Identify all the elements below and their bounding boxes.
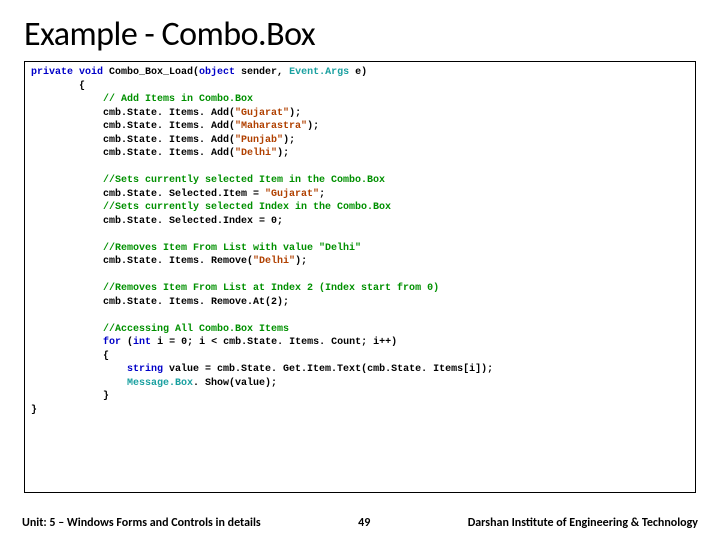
comment: //Sets currently selected Index in the C… [31, 202, 391, 213]
code-block: private void Combo_Box_Load(object sende… [24, 61, 696, 493]
slide-footer: Unit: 5 – Windows Forms and Controls in … [0, 516, 720, 530]
code-text: sender, [235, 67, 289, 78]
comment: //Accessing All Combo.Box Items [31, 324, 289, 335]
code-text: cmb.State. Items. Remove.At(2); [31, 297, 289, 308]
class-name: Message.Box [127, 378, 193, 389]
slide: Example - Combo.Box private void Combo_B… [0, 0, 720, 540]
code-text: ; [319, 189, 331, 200]
slide-title: Example - Combo.Box [24, 14, 696, 55]
string: "Gujarat" [265, 189, 319, 200]
code-text: value = cmb.State. Get.Item.Text(cmb.Sta… [163, 364, 493, 375]
keyword: object [199, 67, 235, 78]
footer-page: 49 [358, 516, 370, 530]
code-text: e) [349, 67, 367, 78]
code-text: cmb.State. Items. Add( [31, 121, 235, 132]
code-text: cmb.State. Items. Add( [31, 108, 235, 119]
code-text: ); [283, 135, 295, 146]
code-text: cmb.State. Items. Add( [31, 148, 235, 159]
string: "Maharastra" [235, 121, 307, 132]
code-text: cmb.State. Selected.Item = [31, 189, 265, 200]
code-text: ( [121, 337, 133, 348]
footer-unit: Unit: 5 – Windows Forms and Controls in … [22, 516, 261, 530]
string: "Delhi" [235, 148, 277, 159]
code-text: ); [307, 121, 319, 132]
code-text: { [31, 351, 109, 362]
code-text [31, 378, 127, 389]
keyword: for [103, 337, 121, 348]
footer-institute: Darshan Institute of Engineering & Techn… [468, 516, 698, 530]
comment: //Removes Item From List with value "Del… [31, 243, 361, 254]
comment: //Removes Item From List at Index 2 (Ind… [31, 283, 439, 294]
code-text: cmb.State. Items. Add( [31, 135, 235, 146]
code-text: . Show(value); [193, 378, 277, 389]
code-text: ); [289, 108, 301, 119]
string: "Delhi" [253, 256, 295, 267]
keyword: int [133, 337, 151, 348]
string: "Punjab" [235, 135, 283, 146]
code-text: cmb.State. Items. Remove( [31, 256, 253, 267]
keyword: string [127, 364, 163, 375]
string: "Gujarat" [235, 108, 289, 119]
keyword: private void [31, 67, 103, 78]
comment: //Sets currently selected Item in the Co… [31, 175, 385, 186]
code-text: ); [277, 148, 289, 159]
code-text: cmb.State. Selected.Index = 0; [31, 216, 283, 227]
code-text [31, 337, 103, 348]
code-text: Combo_Box_Load( [103, 67, 199, 78]
code-text [31, 364, 127, 375]
code-text: { [31, 81, 85, 92]
code-text: } [31, 391, 109, 402]
code-text: ); [295, 256, 307, 267]
code-text: i = 0; i < cmb.State. Items. Count; i++) [151, 337, 397, 348]
comment: // Add Items in Combo.Box [31, 94, 253, 105]
code-text: } [31, 405, 37, 416]
class-name: Event.Args [289, 67, 349, 78]
